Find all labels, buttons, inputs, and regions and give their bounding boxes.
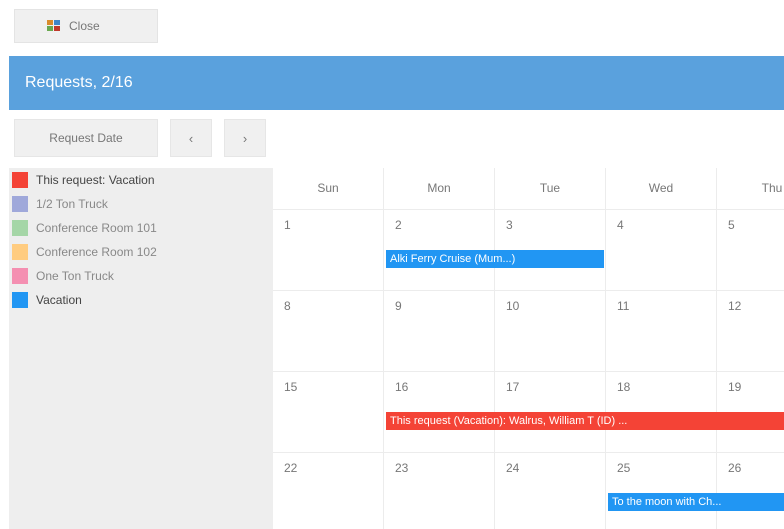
day-cell[interactable]: 22 (273, 453, 384, 529)
calendar-legend: This request: Vacation 1/2 Ton Truck Confe… (9, 168, 273, 529)
weekday-header: Wed (606, 168, 717, 209)
request-date-button[interactable]: Request Date (14, 119, 158, 157)
calendar-nav: Request Date ‹ › (14, 119, 266, 157)
day-cell[interactable]: 8 (273, 291, 384, 371)
day-cell[interactable]: 24 (495, 453, 606, 529)
legend-item: This request: Vacation (9, 168, 273, 192)
weekday-header: Thu (717, 168, 784, 209)
next-month-button[interactable]: › (224, 119, 266, 157)
toolbar: Close (0, 0, 784, 50)
legend-swatch (12, 196, 28, 212)
legend-item: Conference Room 101 (9, 216, 273, 240)
calendar-body: 1 2 3 4 5 Alki Ferry Cruise (Mum...) 8 9 10 11 12 1… (273, 210, 784, 529)
calendar-event[interactable]: To the moon with Ch... (608, 493, 784, 511)
legend-label: One Ton Truck (36, 269, 114, 283)
day-cell[interactable]: 15 (273, 372, 384, 452)
prev-month-button[interactable]: ‹ (170, 119, 212, 157)
calendar-week: 22 23 24 25 26 To the moon with Ch... (273, 453, 784, 529)
calendar-header: Sun Mon Tue Wed Thu (273, 168, 784, 210)
day-cell[interactable]: 23 (384, 453, 495, 529)
legend-swatch (12, 268, 28, 284)
legend-label: Vacation (36, 293, 82, 307)
day-cell[interactable]: 9 (384, 291, 495, 371)
legend-label: This request: Vacation (36, 173, 155, 187)
weekday-header: Mon (384, 168, 495, 209)
close-button-label: Close (69, 19, 100, 33)
day-cell[interactable]: 4 (606, 210, 717, 290)
day-cell[interactable]: 26 (717, 453, 784, 529)
weekday-header: Sun (273, 168, 384, 209)
close-app-icon (47, 20, 61, 32)
legend-item: One Ton Truck (9, 264, 273, 288)
legend-swatch (12, 172, 28, 188)
calendar-event[interactable]: This request (Vacation): Walrus, William… (386, 412, 784, 430)
calendar-event[interactable]: Alki Ferry Cruise (Mum...) (386, 250, 604, 268)
legend-swatch (12, 292, 28, 308)
legend-label: 1/2 Ton Truck (36, 197, 108, 211)
day-cell[interactable]: 5 (717, 210, 784, 290)
day-cell[interactable]: 1 (273, 210, 384, 290)
day-cell[interactable]: 12 (717, 291, 784, 371)
close-button[interactable]: Close (14, 9, 158, 43)
calendar-week: 15 16 17 18 19 This request (Vacation): Walru… (273, 372, 784, 453)
legend-swatch (12, 244, 28, 260)
legend-swatch (12, 220, 28, 236)
weekday-header: Tue (495, 168, 606, 209)
page-title: Requests, 2/16 (9, 56, 784, 110)
calendar-week: 1 2 3 4 5 Alki Ferry Cruise (Mum...) (273, 210, 784, 291)
legend-item: Conference Room 102 (9, 240, 273, 264)
legend-item: 1/2 Ton Truck (9, 192, 273, 216)
month-calendar: Sun Mon Tue Wed Thu 1 2 3 4 5 Alki Ferry Cruise (… (273, 168, 784, 529)
legend-label: Conference Room 101 (36, 221, 157, 235)
legend-item: Vacation (9, 288, 273, 312)
calendar-week: 8 9 10 11 12 (273, 291, 784, 372)
day-cell[interactable]: 11 (606, 291, 717, 371)
day-cell[interactable]: 10 (495, 291, 606, 371)
legend-label: Conference Room 102 (36, 245, 157, 259)
day-cell[interactable]: 25 (606, 453, 717, 529)
